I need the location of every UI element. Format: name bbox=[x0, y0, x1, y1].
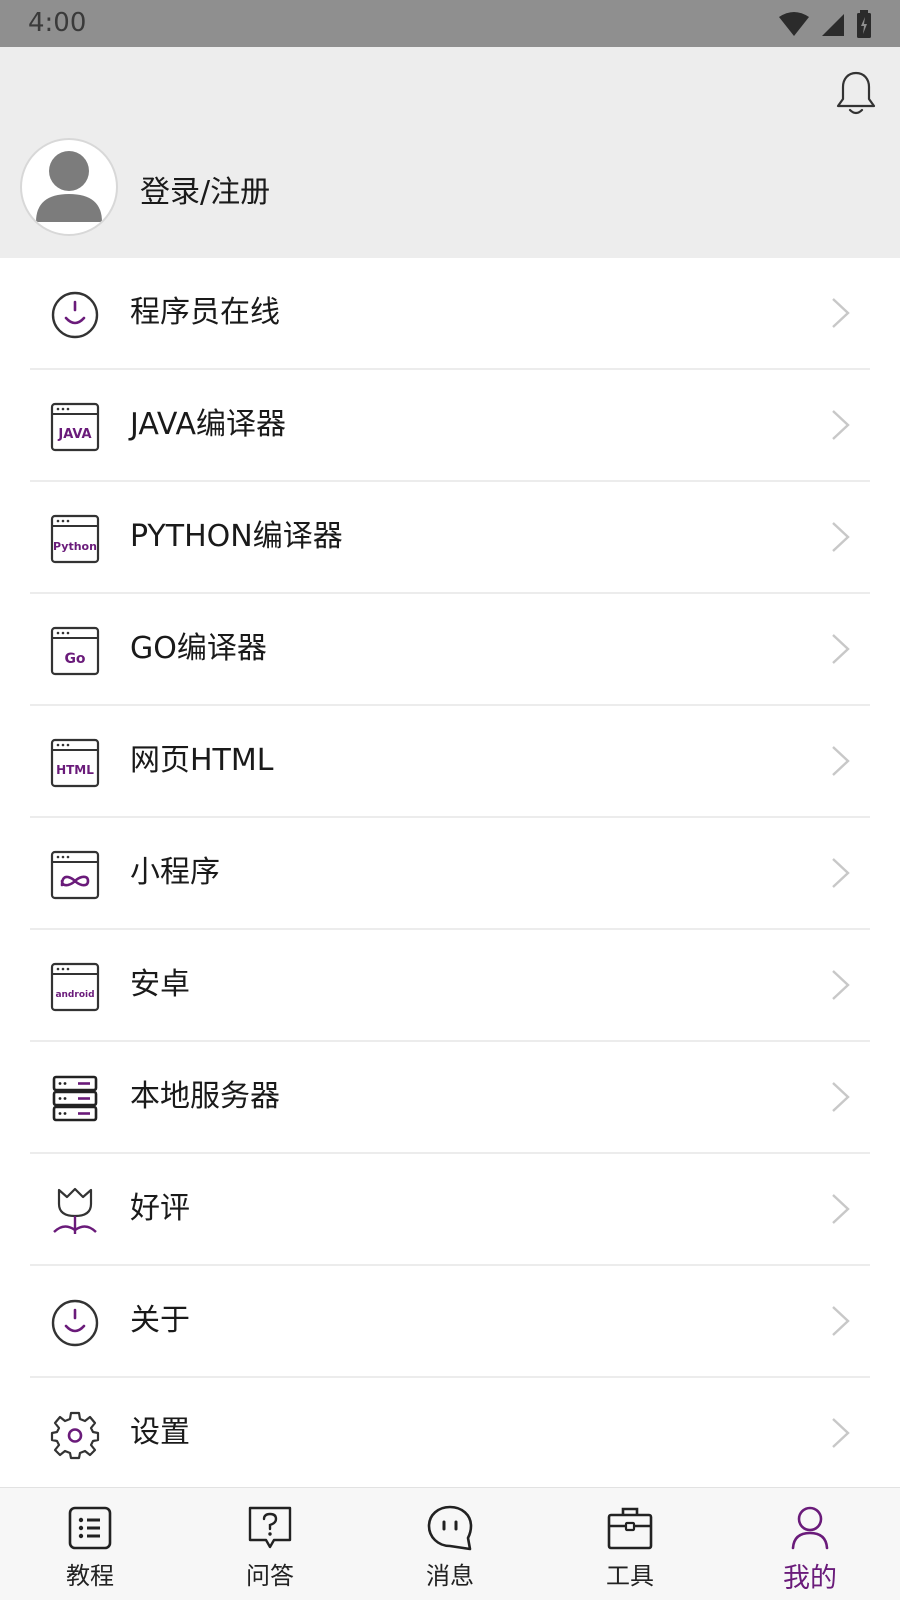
menu-item-android[interactable]: android 安卓 bbox=[0, 930, 900, 1042]
profile-header: 登录/注册 bbox=[0, 47, 900, 258]
nav-label: 消息 bbox=[426, 1562, 474, 1590]
chevron-right-icon bbox=[832, 634, 850, 664]
status-bar: 4:00 bbox=[0, 0, 900, 47]
bell-icon[interactable] bbox=[834, 69, 878, 117]
svg-text:HTML: HTML bbox=[56, 763, 94, 777]
chevron-right-icon bbox=[832, 1194, 850, 1224]
menu-item-go-compiler[interactable]: Go GO编译器 bbox=[0, 594, 900, 706]
android-window-icon: android bbox=[50, 962, 100, 1012]
chevron-right-icon bbox=[832, 970, 850, 1000]
html-window-icon: HTML bbox=[50, 738, 100, 788]
menu-item-label: 关于 bbox=[130, 1303, 190, 1338]
wifi-icon bbox=[779, 12, 809, 36]
menu-item-programmer-online[interactable]: 程序员在线 bbox=[0, 258, 900, 370]
tutorial-list-icon bbox=[68, 1506, 112, 1550]
signal-icon bbox=[822, 14, 844, 36]
svg-text:android: android bbox=[55, 990, 94, 1000]
miniprogram-window-icon bbox=[50, 850, 100, 900]
chevron-right-icon bbox=[832, 1306, 850, 1336]
menu-item-about[interactable]: 关于 bbox=[0, 1266, 900, 1378]
bottom-nav: 教程 问答 消息 工具 我的 bbox=[0, 1487, 900, 1600]
svg-text:Python: Python bbox=[53, 540, 97, 553]
nav-label: 我的 bbox=[783, 1563, 837, 1594]
svg-text:JAVA: JAVA bbox=[57, 427, 91, 442]
chevron-right-icon bbox=[832, 522, 850, 552]
chevron-right-icon bbox=[832, 410, 850, 440]
status-icons bbox=[778, 9, 872, 39]
server-icon bbox=[52, 1075, 98, 1122]
menu-item-web-html[interactable]: HTML 网页HTML bbox=[0, 706, 900, 818]
svg-text:Go: Go bbox=[64, 651, 85, 667]
nav-tutorial[interactable]: 教程 bbox=[0, 1488, 180, 1600]
chat-bubble-icon bbox=[427, 1505, 473, 1551]
menu-item-label: GO编译器 bbox=[130, 631, 267, 666]
menu-item-label: 小程序 bbox=[130, 855, 220, 890]
nav-label: 工具 bbox=[606, 1562, 654, 1590]
nav-messages[interactable]: 消息 bbox=[360, 1488, 540, 1600]
python-window-icon: Python bbox=[50, 514, 100, 564]
nav-label: 问答 bbox=[246, 1562, 294, 1590]
menu-item-label: PYTHON编译器 bbox=[130, 519, 343, 554]
menu-item-label: 程序员在线 bbox=[130, 295, 280, 330]
nav-tools[interactable]: 工具 bbox=[540, 1488, 720, 1600]
gear-icon bbox=[50, 1411, 100, 1460]
nav-mine[interactable]: 我的 bbox=[720, 1488, 900, 1600]
menu-item-settings[interactable]: 设置 bbox=[0, 1378, 900, 1490]
smile-clock-icon bbox=[51, 291, 99, 339]
menu-item-java-compiler[interactable]: JAVA JAVA编译器 bbox=[0, 370, 900, 482]
menu-item-label: JAVA编译器 bbox=[130, 407, 287, 442]
chevron-right-icon bbox=[832, 1418, 850, 1448]
settings-menu: 程序员在线 JAVA JAVA编译器 Python PYTHON编译器 Go G… bbox=[0, 258, 900, 1490]
java-window-icon: JAVA bbox=[50, 402, 100, 452]
menu-item-local-server[interactable]: 本地服务器 bbox=[0, 1042, 900, 1154]
tulip-icon bbox=[53, 1187, 97, 1234]
chevron-right-icon bbox=[832, 746, 850, 776]
chevron-right-icon bbox=[832, 1082, 850, 1112]
chevron-right-icon bbox=[832, 858, 850, 888]
menu-item-python-compiler[interactable]: Python PYTHON编译器 bbox=[0, 482, 900, 594]
menu-item-mini-program[interactable]: 小程序 bbox=[0, 818, 900, 930]
menu-item-label: 本地服务器 bbox=[130, 1079, 280, 1114]
nav-label: 教程 bbox=[66, 1562, 114, 1590]
person-icon bbox=[791, 1506, 829, 1550]
status-time: 4:00 bbox=[28, 8, 87, 38]
default-avatar-icon bbox=[36, 151, 102, 222]
toolbox-icon bbox=[607, 1507, 653, 1550]
battery-icon bbox=[857, 10, 871, 38]
go-window-icon: Go bbox=[50, 626, 100, 676]
chevron-right-icon bbox=[832, 298, 850, 328]
menu-item-label: 设置 bbox=[130, 1415, 190, 1450]
menu-item-label: 好评 bbox=[130, 1191, 190, 1226]
smile-clock-icon bbox=[51, 1299, 99, 1347]
menu-item-rate[interactable]: 好评 bbox=[0, 1154, 900, 1266]
menu-item-label: 网页HTML bbox=[130, 743, 274, 778]
menu-item-label: 安卓 bbox=[130, 967, 190, 1002]
avatar[interactable] bbox=[20, 138, 118, 236]
question-bubble-icon bbox=[248, 1506, 292, 1549]
nav-qa[interactable]: 问答 bbox=[180, 1488, 360, 1600]
login-register-link[interactable]: 登录/注册 bbox=[140, 167, 270, 211]
